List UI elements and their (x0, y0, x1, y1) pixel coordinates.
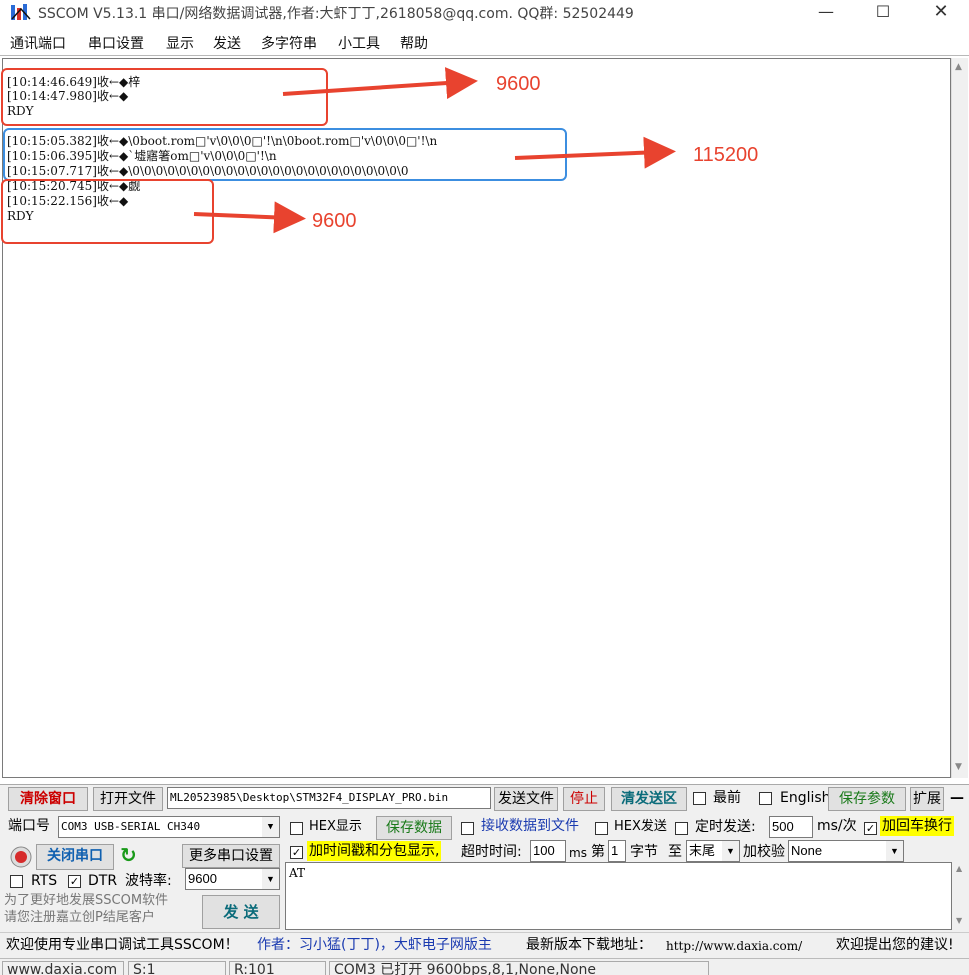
recv-to-file-label: 接收数据到文件 (481, 818, 579, 834)
checksum-select[interactable]: None ▼ (788, 840, 904, 862)
clear-send-button[interactable]: 清发送区 (611, 787, 687, 811)
checksum-label: 加校验 (743, 844, 785, 860)
download-label: 最新版本下载地址： (526, 937, 652, 953)
hex-display-checkbox[interactable] (290, 822, 303, 835)
byte-from-input[interactable]: 1 (608, 840, 626, 862)
hex-send-label: HEX发送 (614, 819, 667, 834)
status-port: COM3 已打开 9600bps,8,1,None,None (329, 961, 709, 975)
expand-button[interactable]: 扩展 (910, 787, 944, 811)
welcome-text: 欢迎使用专业串口调试工具SSCOM！ (6, 937, 239, 953)
scroll-up-icon[interactable]: ▲ (956, 864, 962, 873)
checksum-value: None (791, 843, 823, 858)
timed-send-checkbox[interactable] (675, 822, 688, 835)
to-label: 至 (668, 844, 682, 860)
close-port-button[interactable]: 关闭串口 (36, 844, 114, 870)
recv-to-file-checkbox[interactable] (461, 822, 474, 835)
status-site: www.daxia.com (2, 961, 124, 975)
add-crlf-label: 加回车换行 (880, 816, 954, 836)
rts-label: RTS (31, 873, 58, 889)
collapse-button[interactable]: — (947, 787, 967, 811)
send-scrollbar[interactable]: ▲ ▼ (952, 862, 968, 930)
topmost-checkbox[interactable] (693, 792, 706, 805)
english-label: English (780, 790, 831, 806)
add-crlf-checkbox[interactable]: ✓ (864, 822, 877, 835)
annotation-label-3: 9600 (312, 210, 357, 232)
dtr-checkbox[interactable]: ✓ (68, 875, 81, 888)
scroll-down-icon[interactable]: ▼ (956, 916, 962, 925)
promo-line-1: 为了更好地发展SSCOM软件 (4, 893, 169, 908)
chevron-down-icon[interactable]: ▼ (886, 841, 903, 861)
chevron-down-icon[interactable]: ▼ (262, 869, 279, 889)
ms-label: ms (569, 846, 587, 860)
toolbar-row: 清除窗口 打开文件 ML20523985\Desktop\STM32F4_DIS… (0, 784, 969, 814)
timeout-input[interactable]: 100 (530, 840, 566, 862)
rts-checkbox[interactable] (10, 875, 23, 888)
ms-per-label: ms/次 (817, 818, 857, 834)
promo-bar: 欢迎使用专业串口调试工具SSCOM！ 作者：习小猛(丁丁)，大虾电子网版主 最新… (0, 932, 969, 958)
send-textarea[interactable]: AT (285, 862, 952, 930)
clear-window-button[interactable]: 清除窗口 (8, 787, 88, 811)
feedback-text: 欢迎提出您的建议! (836, 937, 954, 953)
baud-select[interactable]: 9600 ▼ (185, 868, 280, 890)
promo-line-2: 请您注册嘉立创P结尾客户 (4, 910, 155, 925)
author-text: 作者：习小猛(丁丁)，大虾电子网版主 (257, 937, 492, 953)
annotation-arrow-1 (282, 67, 478, 100)
to-select[interactable]: 末尾 ▼ (686, 840, 740, 862)
hex-send-checkbox[interactable] (595, 822, 608, 835)
port-select[interactable]: COM3 USB-SERIAL CH340 ▼ (58, 816, 280, 838)
port-value: COM3 USB-SERIAL CH340 (61, 820, 201, 833)
status-received: R:101 (229, 961, 326, 975)
send-button[interactable]: 发 送 (202, 895, 280, 929)
english-checkbox[interactable] (759, 792, 772, 805)
more-settings-button[interactable]: 更多串口设置 (182, 844, 280, 868)
port-label: 端口号 (8, 818, 50, 834)
record-icon[interactable] (10, 846, 32, 868)
annotation-arrow-2 (514, 136, 676, 169)
chevron-down-icon[interactable]: ▼ (722, 841, 739, 861)
open-file-button[interactable]: 打开文件 (93, 787, 163, 811)
refresh-icon[interactable]: ↻ (120, 845, 137, 865)
stop-button[interactable]: 停止 (563, 787, 605, 811)
di-label: 第 (591, 844, 605, 860)
file-path-field[interactable]: ML20523985\Desktop\STM32F4_DISPLAY_PRO.b… (167, 787, 491, 809)
to-value: 末尾 (689, 843, 716, 858)
chevron-down-icon[interactable]: ▼ (262, 817, 279, 837)
send-text: AT (289, 866, 306, 880)
download-link[interactable]: http://www.daxia.com/ (666, 936, 802, 956)
save-params-button[interactable]: 保存参数 (828, 787, 906, 811)
annotation-label-2: 115200 (693, 144, 759, 166)
topmost-label: 最前 (713, 790, 741, 806)
baud-label: 波特率: (125, 873, 172, 889)
hex-display-label: HEX显示 (309, 819, 362, 834)
dtr-label: DTR (88, 873, 118, 889)
timestamp-label: 加时间戳和分包显示, (307, 841, 442, 861)
baud-value: 9600 (188, 871, 217, 886)
interval-input[interactable]: 500 (769, 816, 813, 838)
scroll-down-icon[interactable]: ▼ (955, 762, 962, 772)
annotation-arrow-3 (193, 201, 306, 234)
timed-send-label: 定时发送: (695, 819, 756, 835)
status-sent: S:1 (128, 961, 226, 975)
annotation-arrows (193, 67, 676, 234)
timestamp-checkbox[interactable]: ✓ (290, 846, 303, 859)
timeout-label: 超时时间: (461, 844, 522, 860)
annotation-label-1: 9600 (496, 73, 541, 95)
save-data-button[interactable]: 保存数据 (376, 816, 452, 840)
byte-label: 字节 (630, 844, 658, 860)
send-file-button[interactable]: 发送文件 (494, 787, 558, 811)
status-bar: www.daxia.com S:1 R:101 COM3 已打开 9600bps… (0, 958, 969, 975)
